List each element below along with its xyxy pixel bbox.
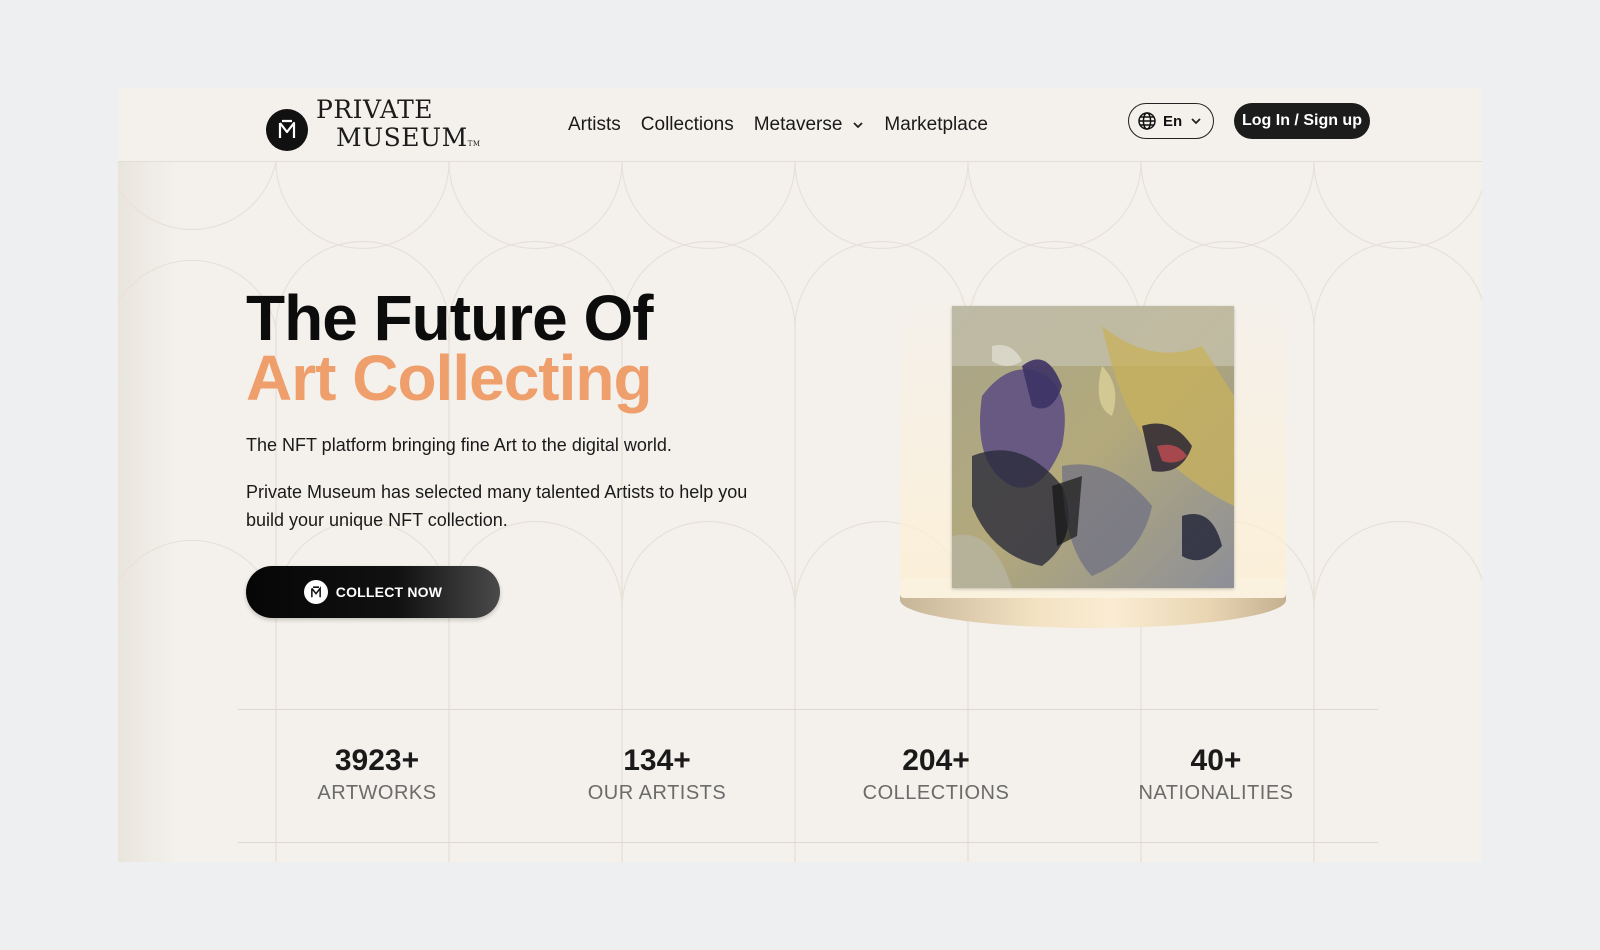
nav-label: Artists [568, 114, 621, 135]
logo-trademark: TM [467, 140, 481, 148]
hero-description: Private Museum has selected many talente… [246, 482, 748, 530]
stat-value: 134+ [623, 744, 691, 777]
nav-label: Metaverse [753, 114, 843, 135]
nav-item-artists[interactable]: Artists [568, 114, 621, 136]
stat-label: COLLECTIONS [862, 782, 1010, 804]
collect-now-button[interactable]: COLLECT NOW [246, 566, 500, 618]
museum-m-icon [266, 109, 308, 151]
language-selector[interactable]: En [1128, 103, 1214, 139]
stats-bar: 3923+ ARTWORKS 134+ OUR ARTISTS 204+ COL… [238, 709, 1378, 843]
logo-wordmark: PRIVATE MUSEUMTM [316, 96, 481, 158]
site-logo[interactable]: PRIVATE MUSEUMTM [266, 96, 480, 154]
globe-icon [1138, 112, 1156, 130]
stat-artworks: 3923+ ARTWORKS [257, 742, 497, 805]
main-nav: Artists Collections Metaverse Marketplac… [568, 110, 1008, 140]
chevron-down-icon [853, 122, 864, 129]
top-navbar: PRIVATE MUSEUMTM Artists Collections Met… [118, 88, 1482, 162]
stat-nationalities: 40+ NATIONALITIES [1096, 742, 1336, 805]
login-signup-button[interactable]: Log In / Sign up [1234, 103, 1370, 139]
page-frame: PRIVATE MUSEUMTM Artists Collections Met… [118, 88, 1482, 862]
nav-item-marketplace[interactable]: Marketplace [884, 114, 988, 136]
collect-now-label: COLLECT NOW [335, 584, 443, 600]
stat-value: 40+ [1190, 744, 1242, 777]
stat-value: 204+ [902, 744, 970, 777]
logo-line-1: PRIVATE [316, 95, 433, 124]
stat-collections: 204+ COLLECTIONS [816, 742, 1056, 805]
stat-label: OUR ARTISTS [587, 782, 727, 804]
hero-subtitle: The NFT platform bringing fine Art to th… [246, 435, 672, 455]
hero-title-line-1: The Future Of [246, 282, 654, 354]
language-label: En [1163, 112, 1183, 130]
stat-label: ARTWORKS [317, 782, 437, 804]
hero-title-line-2: Art Collecting [246, 342, 653, 414]
logo-line-2: MUSEUM [336, 123, 468, 152]
hero-title: The Future Of Art Collecting [246, 282, 654, 414]
featured-artwork-image[interactable] [952, 306, 1234, 588]
stat-value: 3923+ [334, 744, 420, 777]
nav-label: Marketplace [884, 114, 988, 135]
nav-item-metaverse[interactable]: Metaverse [754, 114, 865, 136]
stat-label: NATIONALITIES [1138, 782, 1294, 804]
nav-item-collections[interactable]: Collections [641, 114, 734, 136]
nav-label: Collections [640, 114, 734, 135]
stat-artists: 134+ OUR ARTISTS [537, 742, 777, 805]
left-shadow [118, 162, 178, 862]
museum-m-icon [303, 580, 328, 604]
chevron-down-icon [1191, 118, 1201, 125]
